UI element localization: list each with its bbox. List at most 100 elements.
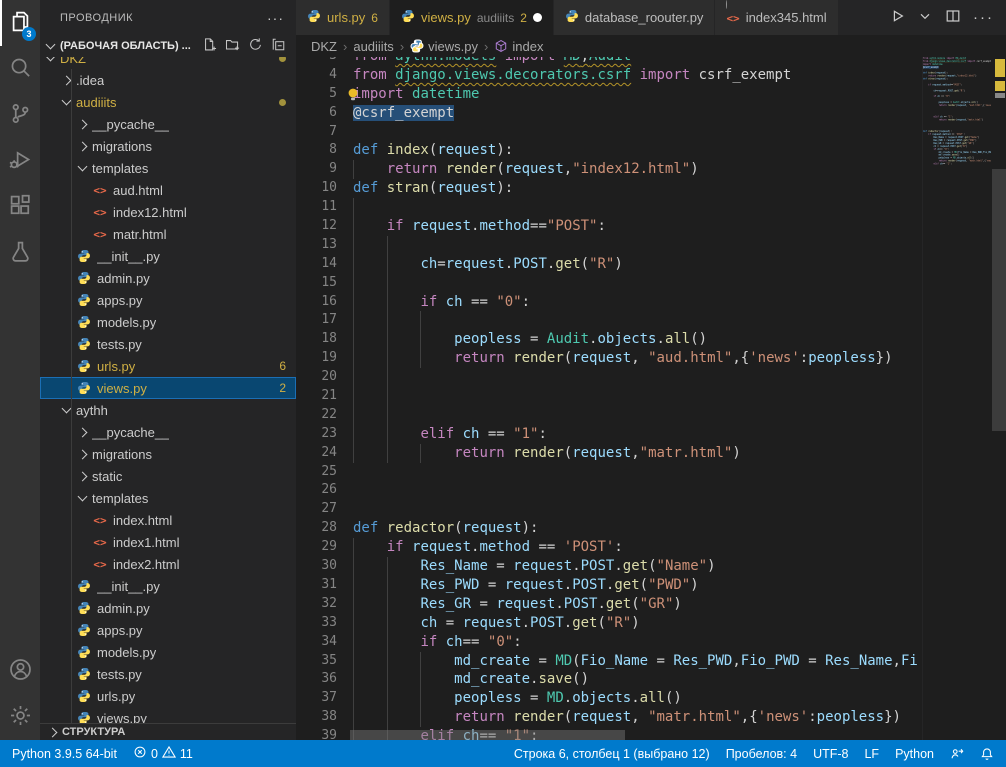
tree-item-__pycache__[interactable]: __pycache__ xyxy=(40,421,296,443)
workspace-label: (РАБОЧАЯ ОБЛАСТЬ) ... xyxy=(60,40,191,52)
overview-ruler[interactable] xyxy=(991,57,1006,740)
vertical-scrollbar[interactable] xyxy=(992,169,1006,431)
tree-item-label: static xyxy=(92,469,122,484)
line-content: if request.method=="POST": xyxy=(353,217,922,236)
code-line: 31 Res_PWD = request.POST.get("PWD") xyxy=(296,576,922,595)
activity-item-settings[interactable] xyxy=(0,694,40,740)
activity-item-extensions[interactable] xyxy=(0,184,40,230)
line-content: Res_Name = request.POST.get("Name") xyxy=(353,557,922,576)
encoding-status[interactable]: UTF-8 xyxy=(813,747,848,761)
tree-item-migrations[interactable]: migrations xyxy=(40,443,296,465)
tab-views.py[interactable]: views.pyaudiiits2 xyxy=(390,0,554,35)
tab-urls.py[interactable]: urls.py6 xyxy=(296,0,390,35)
tree-item-index1.html[interactable]: <>index1.html xyxy=(40,531,296,553)
outline-section-header[interactable]: СТРУКТУРА xyxy=(40,723,296,740)
tree-item-apps.py[interactable]: apps.py xyxy=(40,289,296,311)
symbol-method-icon xyxy=(494,39,508,53)
more-actions-icon[interactable]: ··· xyxy=(267,10,284,26)
minimap[interactable]: 3from aythh.models import MD,Audit4from … xyxy=(922,57,991,740)
activity-bar-bottom xyxy=(0,648,40,740)
code-editor[interactable]: 3from aythh.models import MD,Audit4from … xyxy=(296,57,922,740)
eol-status[interactable]: LF xyxy=(864,747,879,761)
tree-item-aud.html[interactable]: <>aud.html xyxy=(40,179,296,201)
tree-item-index2.html[interactable]: <>index2.html xyxy=(40,553,296,575)
feedback-icon[interactable] xyxy=(950,747,964,761)
collapse-all-icon[interactable] xyxy=(271,37,286,55)
activity-item-testing[interactable] xyxy=(0,230,40,276)
tree-item-__pycache__[interactable]: __pycache__ xyxy=(40,113,296,135)
line-content: md_create.save() xyxy=(353,670,922,689)
tree-item-admin.py[interactable]: admin.py xyxy=(40,267,296,289)
new-folder-icon[interactable] xyxy=(225,37,240,55)
tree-item-models.py[interactable]: models.py xyxy=(40,641,296,663)
chevron-right-icon xyxy=(78,427,88,437)
tree-item-templates[interactable]: templates xyxy=(40,157,296,179)
line-number: 19 xyxy=(296,349,337,368)
tab-database_roouter.py[interactable]: database_roouter.py xyxy=(554,0,716,35)
tree-item-admin.py[interactable]: admin.py xyxy=(40,597,296,619)
activity-item-run-and-debug[interactable] xyxy=(0,138,40,184)
tree-item-__init__.py[interactable]: __init__.py xyxy=(40,245,296,267)
tree-item-urls.py[interactable]: urls.py xyxy=(40,685,296,707)
tree-item-migrations[interactable]: migrations xyxy=(40,135,296,157)
tree-item-static[interactable]: static xyxy=(40,465,296,487)
tree-item-views.py[interactable]: views.py xyxy=(40,707,296,723)
line-number: 7 xyxy=(296,123,337,142)
tree-item-.idea[interactable]: .idea xyxy=(40,69,296,91)
cursor-position-status[interactable]: Строка 6, столбец 1 (выбрано 12) xyxy=(514,747,710,761)
tree-item-urls.py[interactable]: urls.py6 xyxy=(40,355,296,377)
chevron-down-icon[interactable] xyxy=(917,8,933,27)
tree-item-audiiits[interactable]: audiiits xyxy=(40,91,296,113)
line-content: md_create = MD(Fio_Name = Res_PWD,Fio_PW… xyxy=(353,652,922,671)
tree-item-matr.html[interactable]: <>matr.html xyxy=(40,223,296,245)
horizontal-scrollbar[interactable] xyxy=(350,730,625,740)
breadcrumb-item-index[interactable]: index xyxy=(494,39,543,54)
bell-icon[interactable] xyxy=(980,747,994,761)
tree-item-models.py[interactable]: models.py xyxy=(40,311,296,333)
tree-item-views.py[interactable]: views.py2 xyxy=(40,377,296,399)
tree-item-templates[interactable]: templates xyxy=(40,487,296,509)
activity-item-explorer[interactable]: 3 xyxy=(0,0,40,46)
tree-item-tests.py[interactable]: tests.py xyxy=(40,663,296,685)
python-icon xyxy=(401,9,415,26)
tree-item-tests.py[interactable]: tests.py xyxy=(40,333,296,355)
line-number: 18 xyxy=(296,330,337,349)
run-icon[interactable] xyxy=(889,8,905,27)
tree-item-label: migrations xyxy=(92,139,152,154)
split-editor-icon[interactable] xyxy=(945,8,961,27)
tree-item-index12.html[interactable]: <>index12.html xyxy=(40,201,296,223)
breadcrumb-item-audiiits[interactable]: audiiits xyxy=(353,39,393,54)
tab-index345.html[interactable]: <>index345.html xyxy=(715,0,838,35)
tree-item-aythh[interactable]: aythh xyxy=(40,399,296,421)
dirty-indicator-icon xyxy=(533,13,542,22)
tree-item-label: aythh xyxy=(76,403,108,418)
tree-item-apps.py[interactable]: apps.py xyxy=(40,619,296,641)
activity-item-source-control[interactable] xyxy=(0,92,40,138)
tree-item-__init__.py[interactable]: __init__.py xyxy=(40,575,296,597)
breadcrumb-item-DKZ[interactable]: DKZ xyxy=(311,39,337,54)
activity-item-search[interactable] xyxy=(0,46,40,92)
line-number: 30 xyxy=(296,557,337,576)
problems-status[interactable]: 0 11 xyxy=(133,745,193,762)
language-mode-status[interactable]: Python xyxy=(895,747,934,761)
source-control-icon xyxy=(9,102,32,128)
tree-item-index.html[interactable]: <>index.html xyxy=(40,509,296,531)
python-icon xyxy=(307,9,321,26)
tree-item-DKZ[interactable]: DKZ xyxy=(40,57,296,69)
tree-item-label: __init__.py xyxy=(97,249,160,264)
refresh-icon[interactable] xyxy=(248,37,263,55)
python-interpreter-status[interactable]: Python 3.9.5 64-bit xyxy=(12,747,117,761)
tab-description: audiiits xyxy=(477,11,514,25)
more-actions-icon[interactable]: ··· xyxy=(973,13,994,23)
tree-item-label: index.html xyxy=(113,513,172,528)
lightbulb-icon[interactable] xyxy=(347,88,359,101)
line-content xyxy=(353,500,922,519)
line-number: 15 xyxy=(296,274,337,293)
indentation-status[interactable]: Пробелов: 4 xyxy=(726,747,797,761)
html-icon: <> xyxy=(726,10,739,25)
activity-item-accounts[interactable] xyxy=(0,648,40,694)
new-file-icon[interactable] xyxy=(202,37,217,55)
breadcrumb-item-views.py[interactable]: views.py xyxy=(410,39,478,54)
line-content: ch=request.POST.get("R") xyxy=(353,255,922,274)
workspace-section-header[interactable]: (РАБОЧАЯ ОБЛАСТЬ) ... xyxy=(40,35,296,57)
